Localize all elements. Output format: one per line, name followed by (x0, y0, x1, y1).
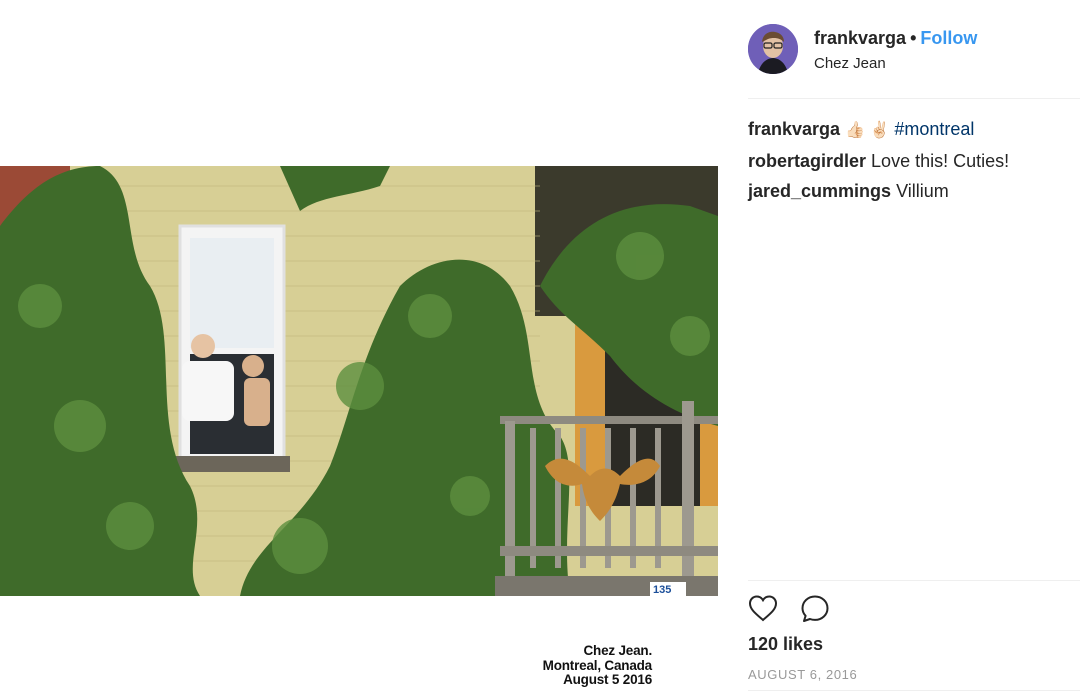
comment-username[interactable]: robertagirdler (748, 151, 866, 171)
location-link[interactable]: Chez Jean (814, 55, 886, 72)
speech-bubble-icon[interactable] (800, 594, 830, 624)
footer-divider (748, 690, 1080, 691)
post-media-area: 135 Chez Jean. Montreal, Canada August 5… (0, 0, 718, 700)
house-number: 135 (653, 584, 671, 596)
avatar[interactable] (748, 24, 798, 74)
follow-button[interactable]: Follow (920, 28, 977, 48)
author-username[interactable]: frankvarga (814, 28, 906, 48)
likes-count[interactable]: 120 likes (748, 634, 823, 655)
header-divider (748, 98, 1080, 99)
photo-caption: Chez Jean. Montreal, Canada August 5 201… (542, 643, 653, 688)
caption-line-2: Montreal, Canada (542, 657, 653, 673)
comment-text: Villium (896, 181, 949, 201)
post-date[interactable]: AUGUST 6, 2016 (748, 667, 857, 682)
comment-username[interactable]: jared_cummings (748, 181, 891, 201)
comment-item: frankvarga 👍🏻 ✌🏻 #montreal (748, 114, 1078, 146)
photo-illustration: 135 (0, 166, 718, 596)
comment-emojis: 👍🏻 ✌🏻 (845, 122, 890, 139)
post-header: frankvarga • Follow Chez Jean (748, 24, 1080, 76)
separator-dot: • (910, 28, 917, 48)
username-row: frankvarga • Follow (814, 28, 977, 49)
post-photo[interactable]: 135 (0, 166, 718, 596)
heart-outline-icon[interactable] (748, 594, 778, 624)
comment-username[interactable]: frankvarga (748, 119, 840, 139)
hashtag-link[interactable]: #montreal (894, 119, 974, 139)
avatar-image (748, 24, 798, 74)
caption-line-3: August 5 2016 (563, 672, 652, 687)
caption-line-1: Chez Jean. (583, 643, 652, 658)
comment-item: robertagirdler Love this! Cuties! (748, 146, 1078, 176)
actions-divider (748, 580, 1080, 581)
comment-text: Love this! Cuties! (871, 151, 1010, 171)
comment-item: jared_cummings Villium (748, 176, 1078, 206)
post-sidebar: frankvarga • Follow Chez Jean frankvarga 👍… (730, 0, 1080, 700)
comments-list: frankvarga 👍🏻 ✌🏻 #montreal robertagirdle… (748, 114, 1078, 206)
